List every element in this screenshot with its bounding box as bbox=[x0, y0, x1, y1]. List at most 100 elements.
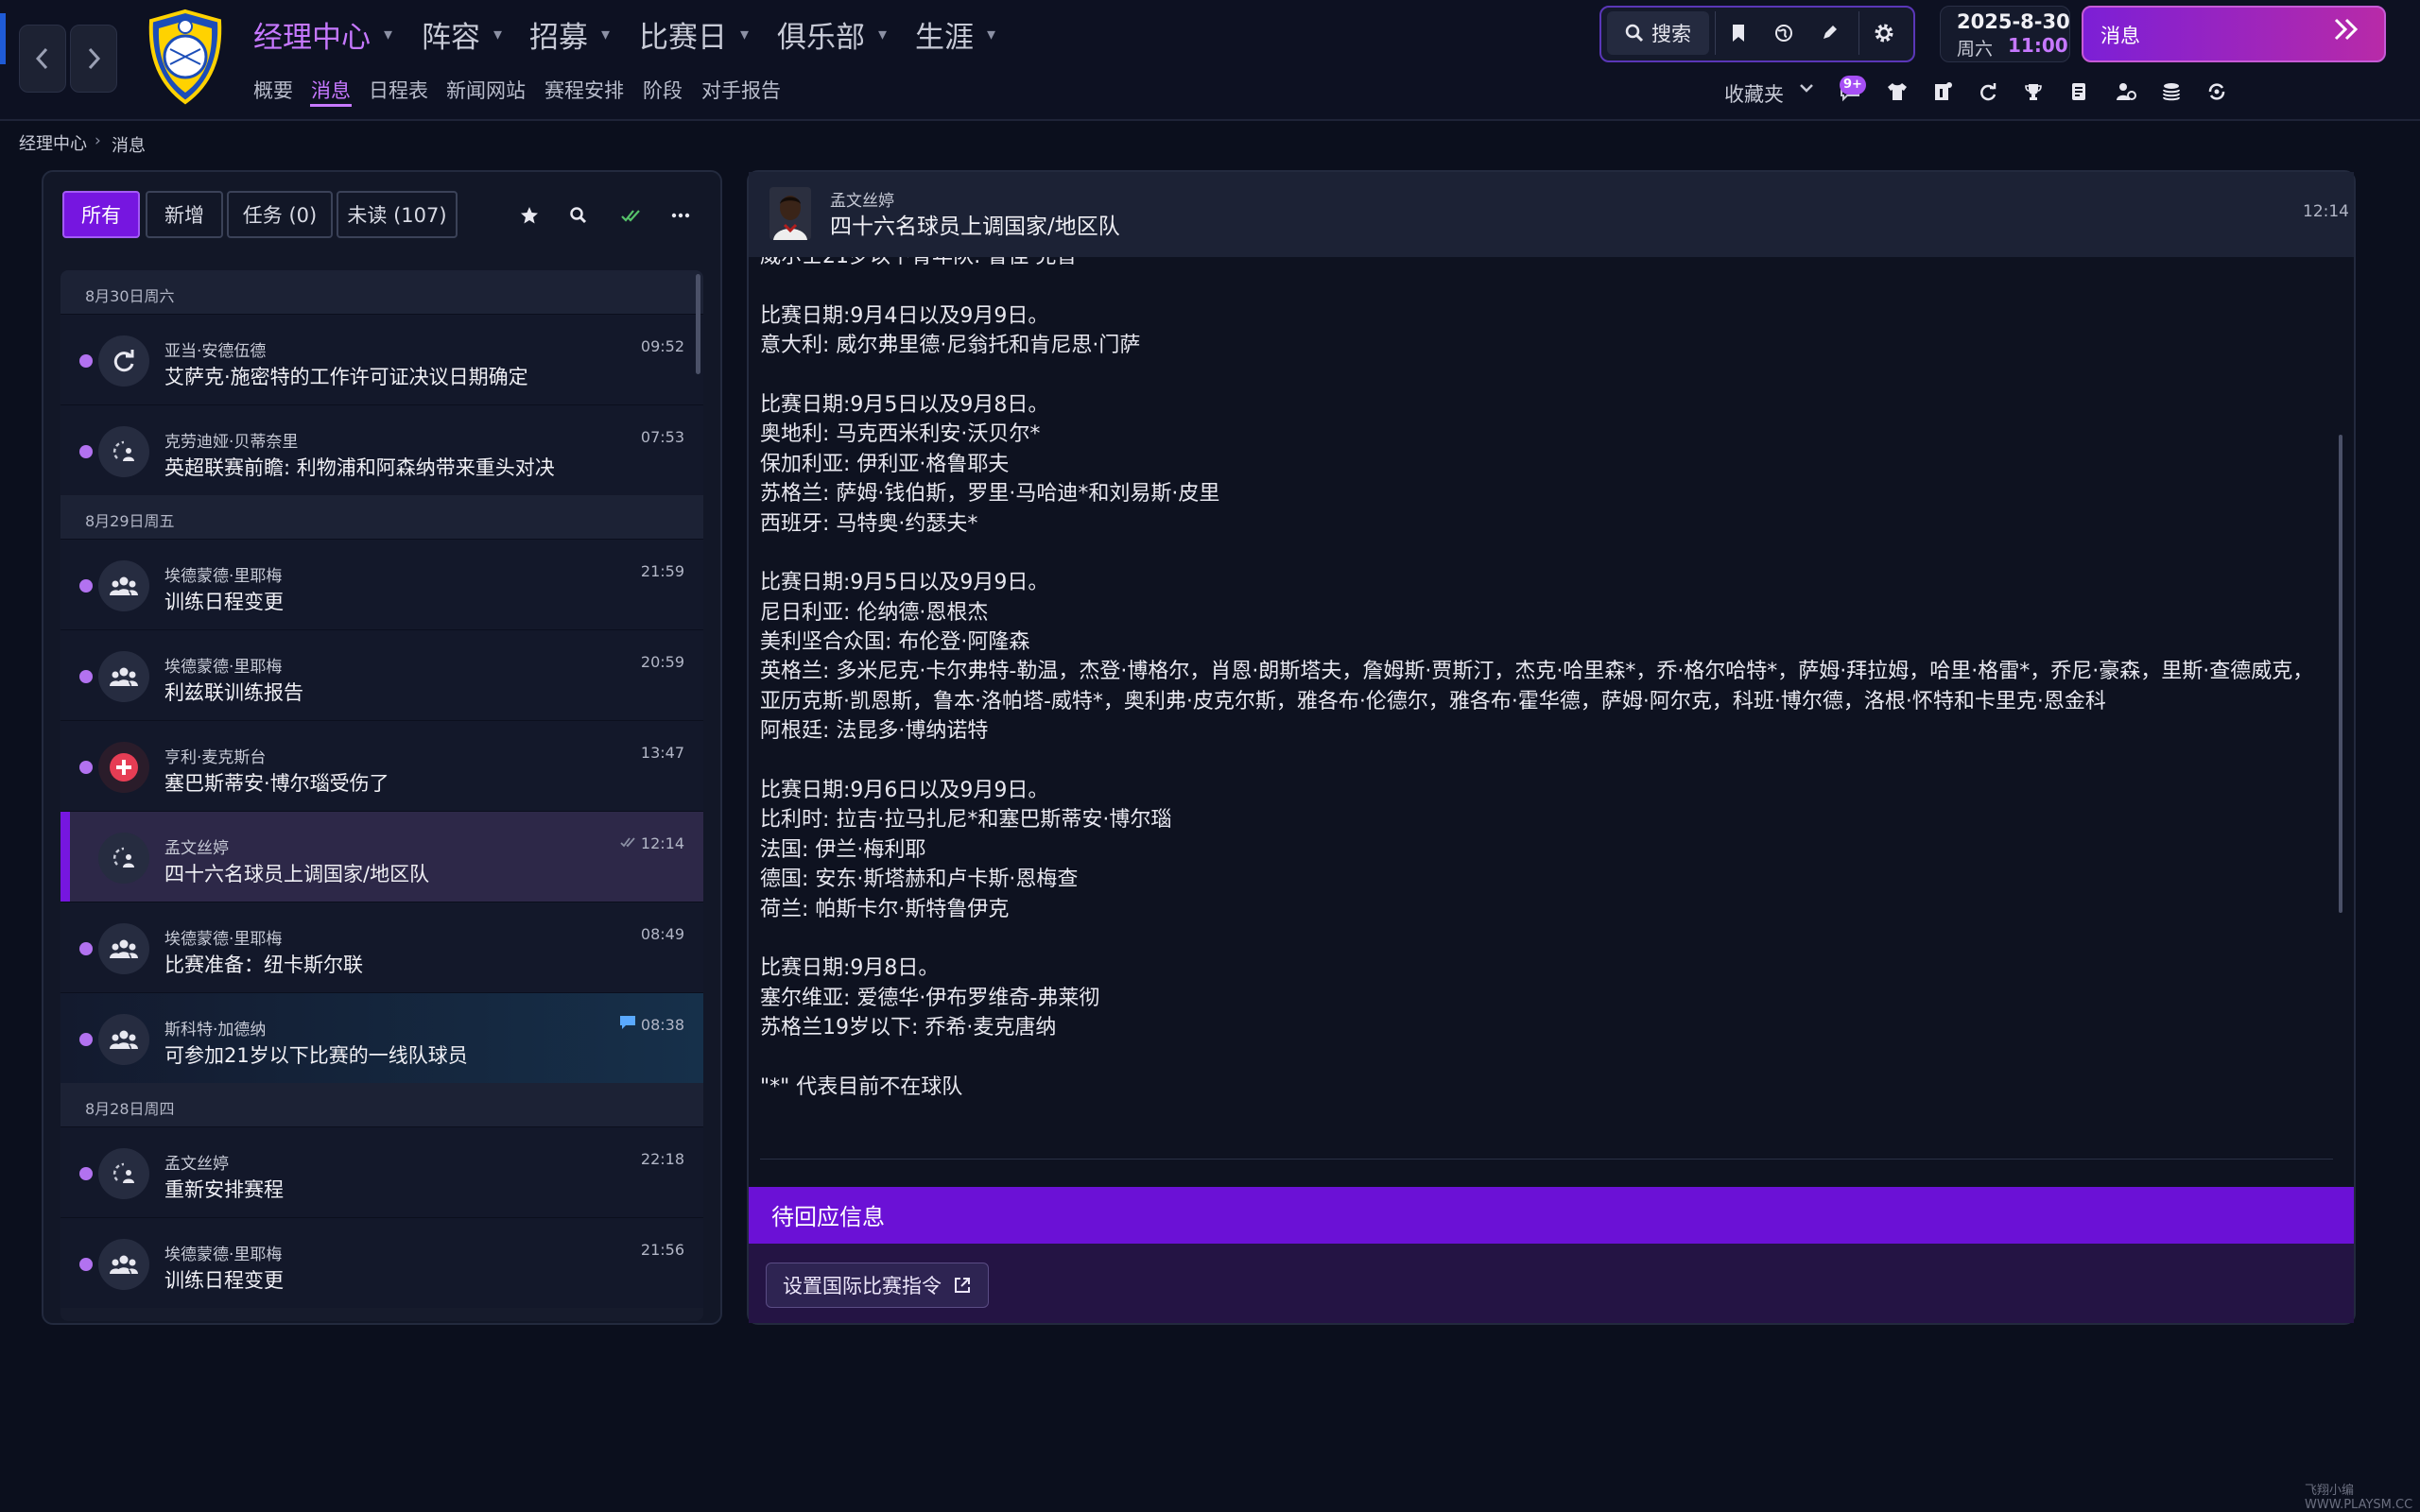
message-line: 比利时: 拉吉·拉马扎尼*和塞巴斯蒂安·博尔瑙 bbox=[760, 808, 1172, 833]
info-button[interactable] bbox=[1927, 76, 1959, 108]
kit-button[interactable] bbox=[1881, 76, 1913, 108]
filter-new-button[interactable]: 新增 bbox=[146, 191, 223, 238]
edit-button[interactable] bbox=[1811, 15, 1847, 51]
search-icon bbox=[1625, 24, 1644, 43]
message-sender: 埃德蒙德·里耶梅 bbox=[164, 930, 283, 949]
message-time: 07:53 bbox=[640, 428, 684, 446]
message-line: 比赛日期:9月8日。 bbox=[760, 956, 940, 981]
set-international-instructions-button[interactable]: 设置国际比赛指令 bbox=[766, 1263, 989, 1308]
nav-career[interactable]: 生涯 ▾ bbox=[915, 13, 995, 56]
message-list-item[interactable]: 亚当·安德伍德 艾萨克·施密特的工作许可证决议日期确定 09:52 bbox=[60, 314, 703, 404]
club-crest-logo[interactable] bbox=[142, 8, 229, 106]
date-group-header: 8月28日周四 bbox=[60, 1083, 703, 1126]
message-list-item[interactable]: 斯科特·加德纳 可参加21岁以下比赛的一线队球员 08:38 bbox=[60, 992, 703, 1083]
message-subject: 可参加21岁以下比赛的一线队球员 bbox=[164, 1044, 468, 1067]
message-line: 英格兰: 多米尼克·卡尔弗特-勒温，杰登·博格尔，肖恩·朗斯塔夫，詹姆斯·贾斯汀… bbox=[760, 660, 2314, 713]
message-line: 奥地利: 马克西米利安·沃贝尔* bbox=[760, 422, 1041, 447]
pending-response-area bbox=[749, 1244, 2354, 1323]
message-body: 威尔士21岁以下青年队: 鲁佳·克普 比赛日期:9月4日以及9月9日。意大利: … bbox=[760, 257, 2329, 1136]
staff-button[interactable] bbox=[2110, 76, 2142, 108]
chevron-down-icon[interactable] bbox=[1798, 79, 1815, 100]
action-label: 设置国际比赛指令 bbox=[783, 1275, 942, 1297]
message-sender: 克劳迪娅·贝蒂奈里 bbox=[164, 433, 299, 452]
nav-squad[interactable]: 阵容 ▾ bbox=[422, 13, 502, 56]
transfer-activity-button[interactable] bbox=[1972, 76, 2004, 108]
subnav-fixtures[interactable]: 赛程安排 bbox=[544, 76, 624, 104]
unread-dot bbox=[79, 1033, 93, 1046]
competitions-button[interactable] bbox=[2017, 76, 2049, 108]
settings-button[interactable] bbox=[1866, 15, 1902, 51]
filter-tasks-button[interactable]: 任务 (0) bbox=[227, 191, 333, 238]
subnav-calendar[interactable]: 日程表 bbox=[369, 76, 428, 104]
message-line: 意大利: 威尔弗里德·尼翁托和肯尼思·门萨 bbox=[760, 334, 1141, 358]
read-check-icon bbox=[620, 834, 637, 852]
more-options-button[interactable] bbox=[664, 198, 698, 232]
message-sender: 亨利·麦克斯台 bbox=[164, 748, 267, 767]
body-divider bbox=[760, 1159, 2333, 1160]
message-line: 美利坚合众国: 布伦登·阿隆森 bbox=[760, 630, 1030, 655]
message-time: 21:59 bbox=[640, 562, 684, 580]
filter-unread-button[interactable]: 未读 (107) bbox=[337, 191, 458, 238]
nav-label: 比赛日 bbox=[639, 21, 727, 55]
header-divider bbox=[0, 119, 2420, 121]
message-time: 08:49 bbox=[640, 925, 684, 943]
subnav-news[interactable]: 新闻网站 bbox=[446, 76, 526, 104]
nav-manager-hub[interactable]: 经理中心 ▾ bbox=[253, 13, 392, 56]
message-line: 比赛日期:9月5日以及9月8日。 bbox=[760, 392, 1049, 417]
subnav-overview[interactable]: 概要 bbox=[253, 76, 293, 104]
back-button[interactable] bbox=[19, 25, 66, 93]
message-line: 威尔士21岁以下青年队: 鲁佳·克普 bbox=[760, 257, 2329, 271]
search-button[interactable]: 搜索 bbox=[1607, 11, 1709, 55]
message-list-item[interactable]: 克劳迪娅·贝蒂奈里 英超联赛前瞻: 利物浦和阿森纳带来重头对决 07:53 bbox=[60, 404, 703, 495]
nav-recruitment[interactable]: 招募 ▾ bbox=[529, 13, 610, 56]
starred-filter-button[interactable] bbox=[512, 198, 546, 232]
search-inbox-button[interactable] bbox=[562, 198, 596, 232]
finances-button[interactable] bbox=[2155, 76, 2187, 108]
favorites-menu[interactable]: 收藏夹 bbox=[1724, 79, 1784, 108]
filter-all-button[interactable]: 所有 bbox=[62, 191, 140, 238]
forward-button[interactable] bbox=[70, 25, 117, 93]
nav-label: 俱乐部 bbox=[777, 21, 865, 55]
subnav-inbox[interactable]: 消息 bbox=[311, 76, 351, 104]
list-scrollbar[interactable] bbox=[696, 274, 700, 374]
subnav-opposition-report[interactable]: 对手报告 bbox=[701, 76, 781, 104]
breadcrumb-manager-hub[interactable]: 经理中心 bbox=[19, 130, 87, 155]
world-button[interactable] bbox=[1766, 15, 1802, 51]
message-scrollbar[interactable] bbox=[2339, 435, 2342, 913]
message-list-item[interactable]: 孟文丝婷 重新安排赛程 22:18 bbox=[60, 1126, 703, 1217]
search-icon bbox=[570, 207, 587, 224]
refresh-icon bbox=[1980, 83, 1996, 101]
chat-bubble-icon bbox=[618, 1014, 637, 1035]
unread-dot bbox=[79, 354, 93, 368]
notes-button[interactable] bbox=[2063, 76, 2095, 108]
bookmark-button[interactable] bbox=[1720, 15, 1756, 51]
message-subject: 四十六名球员上调国家/地区队 bbox=[830, 215, 1120, 239]
sync-button[interactable] bbox=[2201, 76, 2233, 108]
message-line: 苏格兰: 萨姆·钱伯斯，罗里·马哈迪*和刘易斯·皮里 bbox=[760, 482, 1220, 507]
message-sender: 孟文丝婷 bbox=[164, 839, 229, 858]
mark-all-read-button[interactable] bbox=[614, 198, 648, 232]
message-list-item[interactable]: 埃德蒙德·里耶梅 训练日程变更 21:59 bbox=[60, 539, 703, 629]
divider bbox=[1715, 11, 1716, 55]
pen-icon bbox=[1824, 26, 1837, 39]
message-subject: 比赛准备：纽卡斯尔联 bbox=[164, 954, 363, 976]
subnav-stages[interactable]: 阶段 bbox=[643, 76, 683, 104]
sender-avatar[interactable] bbox=[769, 187, 811, 240]
message-line: 法国: 伊兰·梅利耶 bbox=[760, 837, 926, 862]
nav-club[interactable]: 俱乐部 ▾ bbox=[777, 13, 887, 56]
message-list-item[interactable]: 埃德蒙德·里耶梅比赛准备：纽卡斯尔联 08:49 bbox=[60, 902, 703, 992]
nav-matchday[interactable]: 比赛日 ▾ bbox=[639, 13, 749, 56]
chevron-down-icon: ▾ bbox=[878, 25, 888, 44]
ellipsis-icon bbox=[671, 213, 690, 218]
unread-dot bbox=[79, 670, 93, 683]
message-list-item[interactable]: 埃德蒙德·里耶梅 训练日程变更 21:56 bbox=[60, 1217, 703, 1308]
message-list-item[interactable]: 埃德蒙德·里耶梅 利兹联训练报告 20:59 bbox=[60, 629, 703, 720]
message-line: 荷兰: 帕斯卡尔·斯特鲁伊克 bbox=[760, 897, 1010, 921]
sidebar-accent bbox=[0, 13, 6, 64]
message-list-item-selected[interactable]: 孟文丝婷 四十六名球员上调国家/地区队 12:14 bbox=[60, 811, 703, 902]
globe-icon bbox=[1775, 25, 1792, 42]
message-list-item[interactable]: 亨利·麦克斯台 塞巴斯蒂安·博尔瑙受伤了 13:47 bbox=[60, 720, 703, 811]
